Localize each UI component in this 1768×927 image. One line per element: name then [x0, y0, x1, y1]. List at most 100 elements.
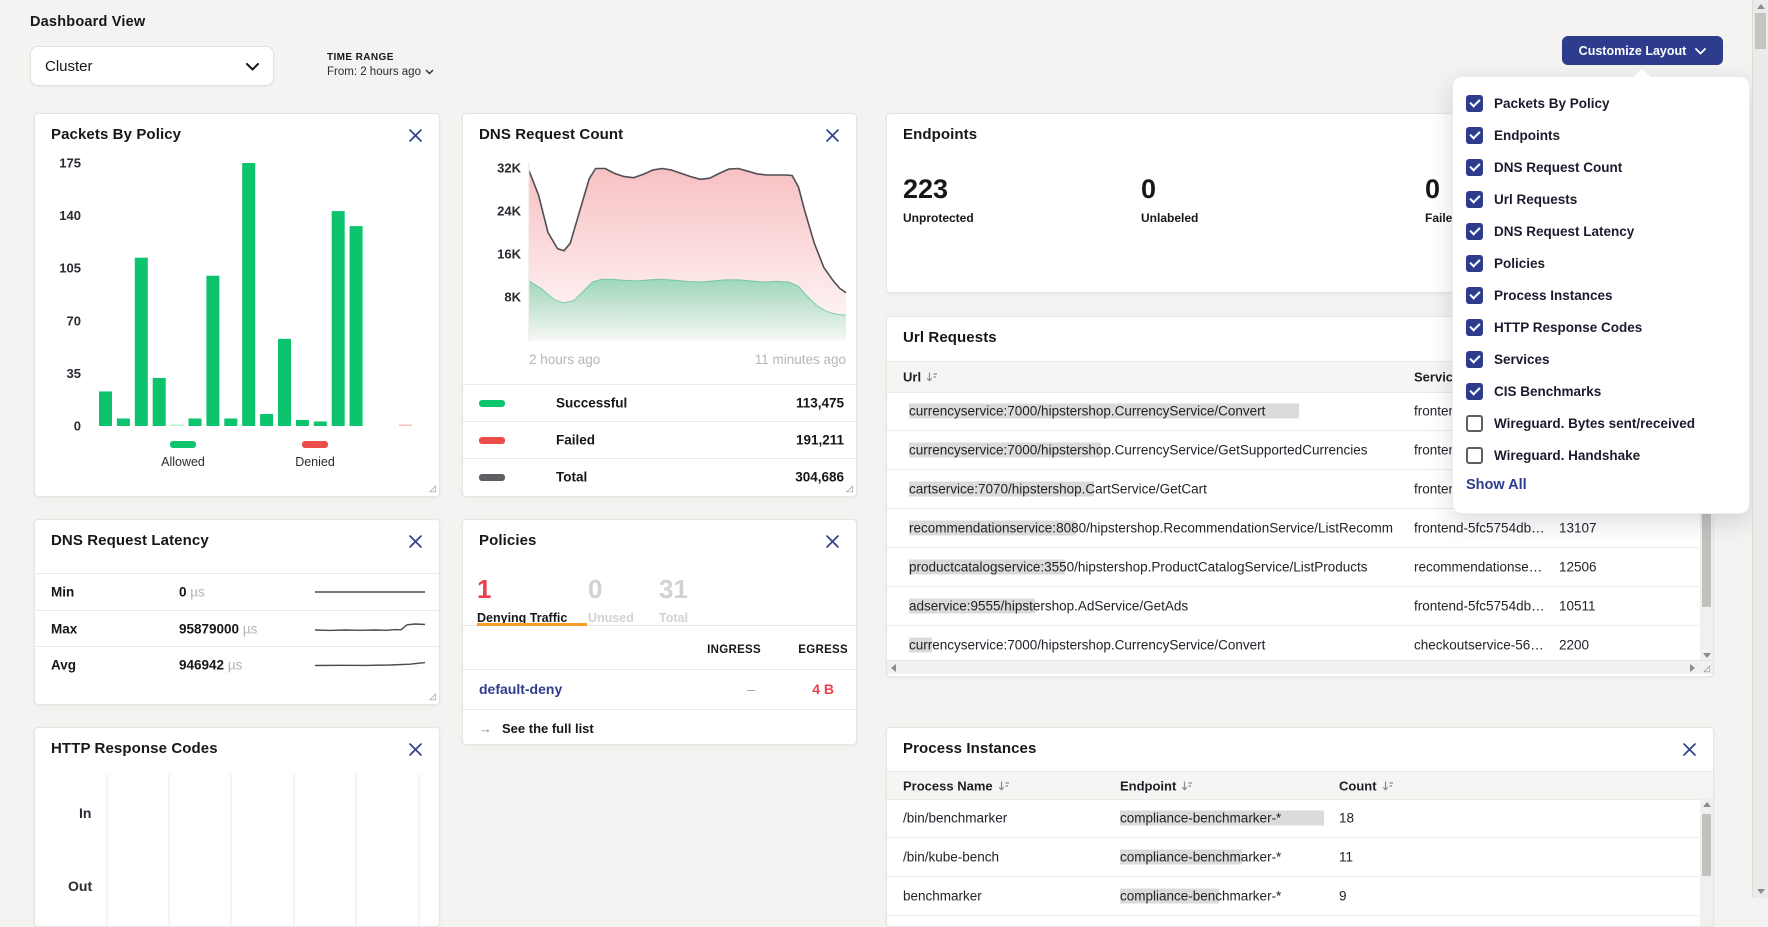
- close-icon[interactable]: [825, 534, 840, 549]
- url-table-row[interactable]: productcatalogservice:3550/hipstershop.P…: [887, 547, 1699, 587]
- card-title: DNS Request Count: [479, 126, 623, 143]
- menu-item-label: Packets By Policy: [1494, 96, 1610, 111]
- menu-item-dns-request-latency[interactable]: DNS Request Latency: [1453, 215, 1749, 247]
- checkbox[interactable]: [1466, 95, 1483, 112]
- menu-item-packets-by-policy[interactable]: Packets By Policy: [1453, 87, 1749, 119]
- card-title: Endpoints: [903, 126, 977, 143]
- latency-sparkline: [315, 618, 427, 640]
- checkbox[interactable]: [1466, 159, 1483, 176]
- endpoint-cell: compliance-benchmarker-*: [1120, 888, 1335, 903]
- menu-item-label: Endpoints: [1494, 128, 1560, 143]
- latency-value: 0 µs: [179, 585, 205, 600]
- policy-link[interactable]: default-deny: [479, 681, 562, 697]
- checkbox[interactable]: [1466, 351, 1483, 368]
- url-cell: recommendationservice:8080/hipstershop.R…: [909, 520, 1401, 535]
- legend-label: Total: [556, 470, 587, 485]
- menu-item-process-instances[interactable]: Process Instances: [1453, 279, 1749, 311]
- url-table-row[interactable]: recommendationservice:8080/hipstershop.R…: [887, 508, 1699, 548]
- svg-text:0: 0: [74, 419, 81, 434]
- checkbox[interactable]: [1466, 127, 1483, 144]
- process-table-row[interactable]: /bin/benchmarkercompliance-benchmarker-*…: [887, 798, 1699, 838]
- policies-tab-total[interactable]: 31 Total: [659, 576, 688, 625]
- legend-value: 113,475: [796, 396, 844, 411]
- count-cell: 12506: [1559, 559, 1669, 574]
- process-vertical-scrollbar[interactable]: [1700, 798, 1713, 927]
- process-table-header: Process Name Endpoint Count: [887, 771, 1713, 800]
- svg-text:8K: 8K: [504, 290, 521, 305]
- checkbox[interactable]: [1466, 447, 1483, 464]
- menu-item-cis-benchmarks[interactable]: CIS Benchmarks: [1453, 375, 1749, 407]
- menu-item-url-requests[interactable]: Url Requests: [1453, 183, 1749, 215]
- customize-layout-menu: Packets By Policy Endpoints DNS Request Co…: [1452, 76, 1750, 514]
- resize-handle-icon[interactable]: ◿: [429, 691, 436, 702]
- process-table-row[interactable]: benchmarkercompliance-benchmarker-*9: [887, 876, 1699, 916]
- resize-handle-icon[interactable]: ◿: [846, 483, 853, 494]
- view-select[interactable]: Cluster: [30, 46, 274, 86]
- policies-tab-denying[interactable]: 1 Denying Traffic: [477, 576, 567, 625]
- card-title: HTTP Response Codes: [51, 740, 218, 757]
- checkbox[interactable]: [1466, 319, 1483, 336]
- dns-legend-row: Successful 113,475: [463, 384, 856, 421]
- count-column-header[interactable]: Count: [1339, 778, 1394, 793]
- menu-item-wireguard-handshake[interactable]: Wireguard. Handshake: [1453, 439, 1749, 471]
- close-icon[interactable]: [825, 128, 840, 143]
- checkbox[interactable]: [1466, 255, 1483, 272]
- process-table-row[interactable]: /bin/kube-benchcompliance-benchmarker-*1…: [887, 837, 1699, 877]
- menu-item-dns-request-count[interactable]: DNS Request Count: [1453, 151, 1749, 183]
- dns-area-chart: 32K24K16K8K2 hours ago11 minutes ago: [473, 154, 850, 376]
- menu-item-label: Policies: [1494, 256, 1545, 271]
- resize-handle-icon[interactable]: ◿: [429, 483, 436, 494]
- url-table-row[interactable]: adservice:9555/hipstershop.AdService/Get…: [887, 586, 1699, 626]
- dns-legend: Successful113,475Failed191,211Total304,6…: [463, 384, 856, 495]
- url-cell: productcatalogservice:3550/hipstershop.P…: [909, 559, 1401, 574]
- endpoint-column-header[interactable]: Endpoint: [1120, 778, 1193, 793]
- close-icon[interactable]: [408, 128, 423, 143]
- http-chart-grid: [43, 774, 435, 926]
- menu-item-label: DNS Request Latency: [1494, 224, 1634, 239]
- process-name-cell: /bin/benchmarker: [903, 810, 1103, 825]
- close-icon[interactable]: [408, 742, 423, 757]
- checkbox[interactable]: [1466, 383, 1483, 400]
- endpoints-stat-unlabeled: 0 Unlabeled: [1141, 176, 1198, 225]
- svg-text:Denied: Denied: [295, 455, 335, 469]
- url-table-row[interactable]: currencyservice:7000/hipstershop.Currenc…: [887, 625, 1699, 665]
- checkbox[interactable]: [1466, 287, 1483, 304]
- policies-tab-unused[interactable]: 0 Unused: [588, 576, 634, 625]
- show-all-link[interactable]: Show All: [1466, 477, 1527, 493]
- latency-label: Max: [51, 621, 77, 636]
- card-dns-request-count: DNS Request Count 32K24K16K8K2 hours ago…: [462, 113, 857, 497]
- menu-item-policies[interactable]: Policies: [1453, 247, 1749, 279]
- page-scrollbar[interactable]: [1752, 0, 1768, 898]
- menu-item-label: Url Requests: [1494, 192, 1577, 207]
- close-icon[interactable]: [1682, 742, 1697, 757]
- customize-layout-button[interactable]: Customize Layout: [1562, 36, 1723, 65]
- see-full-list-link[interactable]: → See the full list: [479, 721, 594, 736]
- url-column-header[interactable]: Url: [903, 370, 938, 385]
- legend-label: Successful: [556, 396, 627, 411]
- checkbox[interactable]: [1466, 223, 1483, 240]
- menu-item-services[interactable]: Services: [1453, 343, 1749, 375]
- egress-value: 4 B: [763, 681, 848, 697]
- menu-item-endpoints[interactable]: Endpoints: [1453, 119, 1749, 151]
- legend-swatch: [479, 400, 505, 407]
- process-name-cell: benchmarker: [903, 888, 1103, 903]
- url-horizontal-scrollbar[interactable]: [887, 660, 1713, 674]
- time-range-from[interactable]: From: 2 hours ago: [327, 66, 434, 78]
- chevron-down-icon: [1695, 44, 1706, 58]
- card-packets-by-policy: Packets By Policy 03570105140175AllowedD…: [34, 113, 440, 497]
- active-tab-indicator: [477, 623, 587, 626]
- legend-value: 191,211: [796, 433, 844, 448]
- checkbox[interactable]: [1466, 191, 1483, 208]
- endpoints-stat-unprotected: 223 Unprotected: [903, 176, 974, 225]
- resize-handle-icon[interactable]: ◿: [1703, 663, 1710, 674]
- process-name-column-header[interactable]: Process Name: [903, 778, 1010, 793]
- svg-text:105: 105: [59, 261, 81, 276]
- url-cell: currencyservice:7000/hipstershop.Currenc…: [909, 442, 1401, 457]
- close-icon[interactable]: [408, 534, 423, 549]
- checkbox[interactable]: [1466, 415, 1483, 432]
- count-cell: 2200: [1559, 637, 1669, 652]
- menu-item-wireguard-bytes-sent-received[interactable]: Wireguard. Bytes sent/received: [1453, 407, 1749, 439]
- policies-table-row: default-deny – 4 B: [463, 669, 856, 710]
- service-cell: frontend-5fc5754db…: [1414, 598, 1552, 613]
- menu-item-http-response-codes[interactable]: HTTP Response Codes: [1453, 311, 1749, 343]
